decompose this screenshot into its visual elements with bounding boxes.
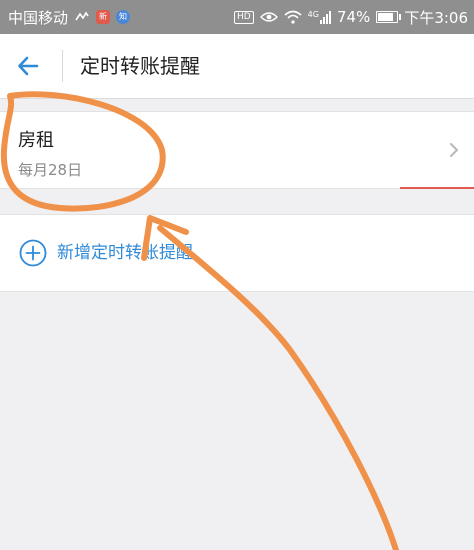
battery-icon bbox=[376, 11, 402, 23]
plus-circle-icon bbox=[19, 239, 47, 267]
zhihu-app-icon: 知 bbox=[116, 10, 131, 24]
status-bar-left: 中国移动 新 知 bbox=[8, 0, 131, 34]
add-reminder-label: 新增定时转账提醒 bbox=[57, 243, 193, 263]
status-bar: 中国移动 新 知 HD 4G 74% 下午3:06 bbox=[0, 0, 474, 34]
chevron-right-icon bbox=[450, 143, 458, 157]
arrow-left-icon bbox=[18, 56, 39, 76]
battery-level-fill bbox=[378, 13, 394, 21]
link-icon bbox=[75, 11, 89, 21]
cell-signal-icon: 4G bbox=[307, 9, 331, 24]
wifi-icon bbox=[284, 10, 302, 24]
page-title: 定时转账提醒 bbox=[80, 54, 200, 78]
carrier-name: 中国移动 bbox=[8, 8, 69, 27]
title-bar: 定时转账提醒 bbox=[0, 34, 474, 99]
news-app-icon: 新 bbox=[96, 10, 111, 24]
title-divider bbox=[62, 50, 63, 82]
red-underline bbox=[400, 187, 474, 189]
status-bar-right: HD 4G 74% 下午3:06 bbox=[233, 0, 468, 34]
reminder-title: 房租 bbox=[18, 130, 54, 151]
add-reminder-button[interactable]: 新增定时转账提醒 bbox=[0, 214, 474, 292]
reminder-item[interactable]: 房租 每月28日 bbox=[0, 111, 474, 189]
hd-icon: HD bbox=[233, 10, 254, 24]
status-time: 下午3:06 bbox=[404, 8, 468, 27]
reminder-schedule: 每月28日 bbox=[18, 161, 83, 179]
eye-icon bbox=[259, 12, 278, 22]
network-type-label: 4G bbox=[307, 9, 319, 19]
back-button[interactable] bbox=[8, 46, 48, 86]
battery-percent: 74% bbox=[336, 8, 371, 26]
